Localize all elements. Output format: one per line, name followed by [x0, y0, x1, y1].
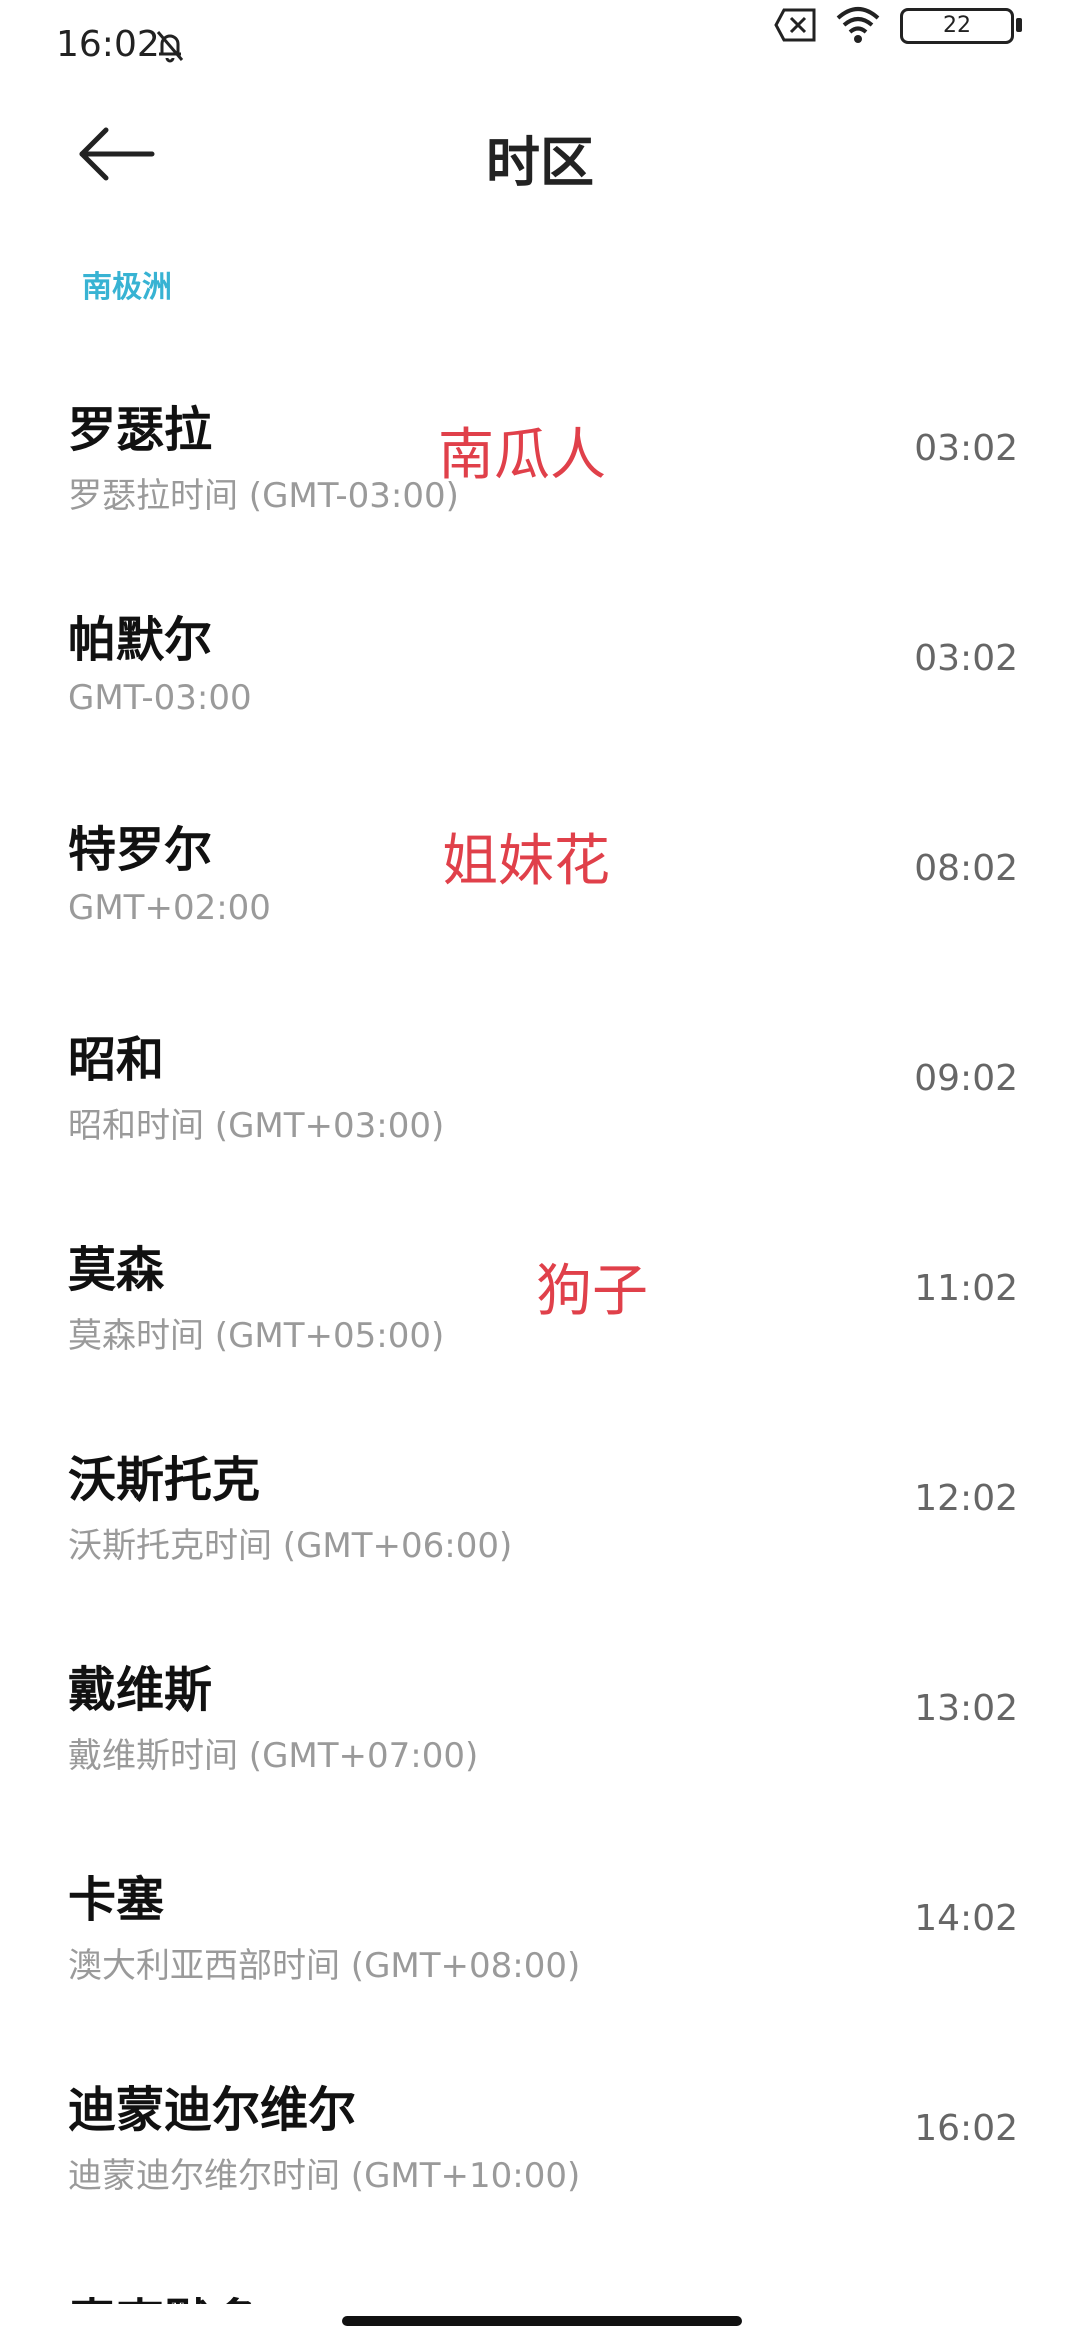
annotation-text: 姐妹花 — [442, 829, 610, 894]
timezone-desc: 迪蒙迪尔维尔时间 (GMT+10:00) — [68, 2156, 581, 2196]
timezone-desc: GMT-03:00 — [68, 678, 252, 718]
wifi-icon — [836, 7, 880, 43]
timezone-time: 03:02 — [914, 428, 1018, 469]
header: 时区 — [0, 96, 1080, 216]
timezone-name: 罗瑟拉 — [68, 402, 213, 458]
section-header-antarctica: 南极洲 — [82, 270, 172, 305]
list-item-partial[interactable]: 麦克默多 — [68, 2282, 260, 2304]
timezone-time: 12:02 — [914, 1478, 1018, 1519]
timezone-time: 08:02 — [914, 848, 1018, 889]
battery-icon: 22 — [900, 8, 1024, 44]
timezone-name: 特罗尔 — [68, 822, 213, 878]
timezone-desc: GMT+02:00 — [68, 888, 271, 928]
timezone-name: 戴维斯 — [68, 1662, 213, 1718]
timezone-time: 11:02 — [914, 1268, 1018, 1309]
timezone-desc: 澳大利亚西部时间 (GMT+08:00) — [68, 1946, 581, 1986]
timezone-desc: 沃斯托克时间 (GMT+06:00) — [68, 1526, 513, 1566]
timezone-desc: 昭和时间 (GMT+03:00) — [68, 1106, 445, 1146]
timezone-name: 迪蒙迪尔维尔 — [68, 2082, 357, 2138]
list-item[interactable]: 沃斯托克 沃斯托克时间 (GMT+06:00) 12:02 — [0, 1390, 1080, 1600]
timezone-name: 帕默尔 — [68, 612, 213, 668]
list-item[interactable]: 迪蒙迪尔维尔 迪蒙迪尔维尔时间 (GMT+10:00) 16:02 — [0, 2020, 1080, 2230]
no-sim-icon — [774, 8, 816, 42]
timezone-time: 13:02 — [914, 1688, 1018, 1729]
timezone-name: 卡塞 — [68, 1872, 165, 1928]
timezone-desc: 罗瑟拉时间 (GMT-03:00) — [68, 476, 459, 516]
annotation-text: 南瓜人 — [438, 423, 606, 488]
status-bar: 16:02 22 — [0, 0, 1080, 96]
list-item[interactable]: 戴维斯 戴维斯时间 (GMT+07:00) 13:02 — [0, 1600, 1080, 1810]
timezone-desc: 莫森时间 (GMT+05:00) — [68, 1316, 445, 1356]
battery-level: 22 — [900, 8, 1014, 44]
list-item[interactable]: 帕默尔 GMT-03:00 03:02 — [0, 550, 1080, 760]
timezone-time: 03:02 — [914, 638, 1018, 679]
page-title: 时区 — [486, 131, 594, 194]
timezone-name: 昭和 — [68, 1032, 165, 1088]
list-item[interactable]: 昭和 昭和时间 (GMT+03:00) 09:02 — [0, 970, 1080, 1180]
home-indicator[interactable] — [342, 2316, 742, 2326]
status-time: 16:02 — [56, 24, 160, 65]
timezone-time: 14:02 — [914, 1898, 1018, 1939]
bell-muted-icon — [156, 31, 184, 63]
list-item[interactable]: 卡塞 澳大利亚西部时间 (GMT+08:00) 14:02 — [0, 1810, 1080, 2020]
timezone-time: 09:02 — [914, 1058, 1018, 1099]
timezone-name: 莫森 — [68, 1242, 165, 1298]
annotation-text: 狗子 — [536, 1259, 648, 1324]
timezone-name: 沃斯托克 — [68, 1452, 261, 1508]
timezone-desc: 戴维斯时间 (GMT+07:00) — [68, 1736, 479, 1776]
timezone-time: 16:02 — [914, 2108, 1018, 2149]
